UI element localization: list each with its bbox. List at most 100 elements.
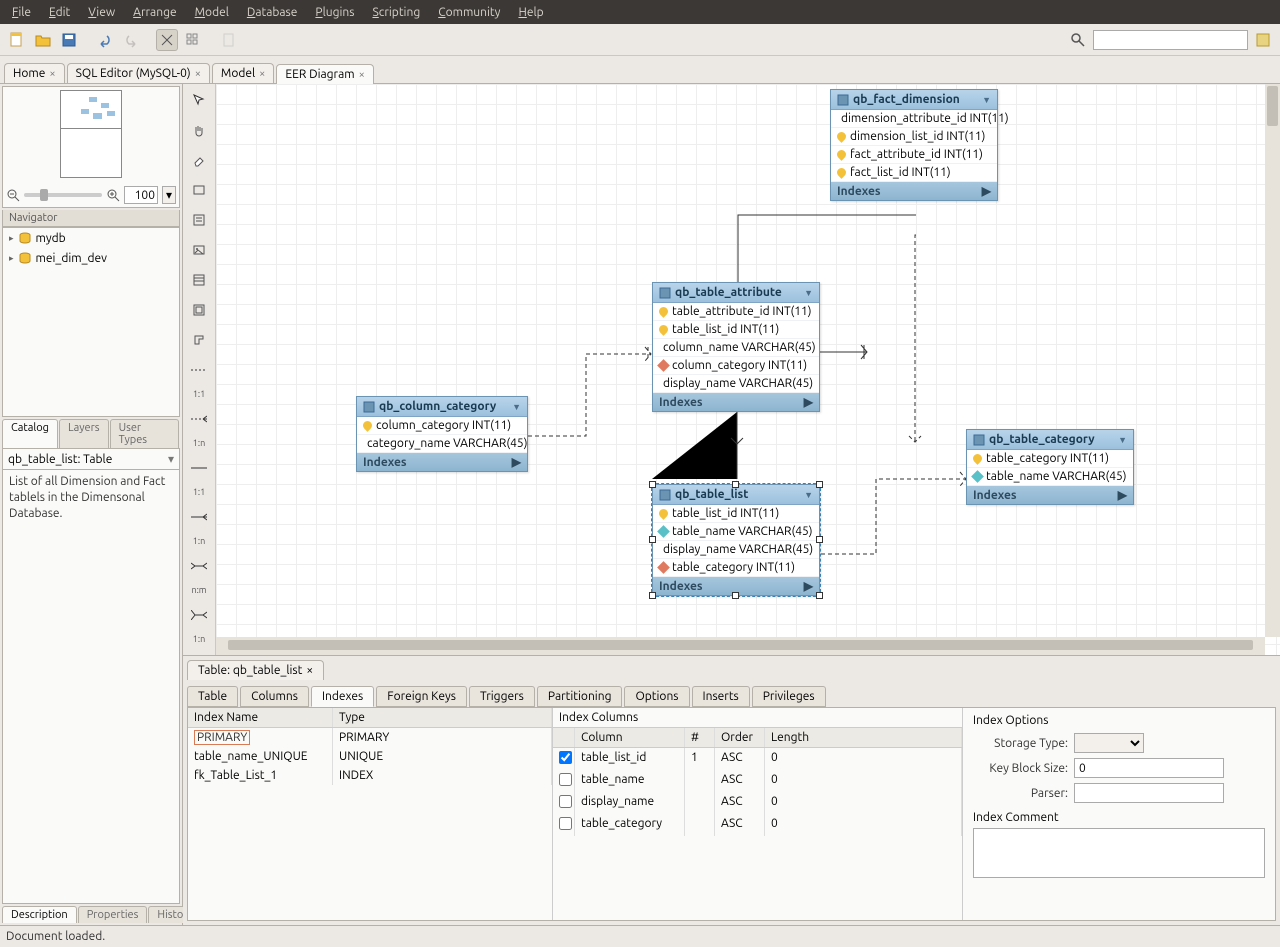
tab-home[interactable]: Home× xyxy=(4,63,65,83)
horizontal-scrollbar[interactable] xyxy=(216,637,1265,655)
status-bar: Document loaded. xyxy=(0,925,1280,947)
search-options-button[interactable] xyxy=(1252,29,1274,51)
menubar: FFileile Edit View Arrange Model Databas… xyxy=(0,0,1280,24)
idxcol-row[interactable]: table_list_id1ASC0 xyxy=(553,748,962,770)
rel-1-1-tool[interactable] xyxy=(189,458,209,478)
menu-view[interactable]: View xyxy=(80,4,123,21)
diagram-canvas[interactable]: qb_fact_dimension▼ dimension_attribute_i… xyxy=(216,84,1280,655)
image-tool[interactable] xyxy=(189,240,209,260)
menu-arrange[interactable]: Arrange xyxy=(125,4,184,21)
zoom-slider[interactable] xyxy=(24,193,102,197)
rel-1-1-non-tool[interactable] xyxy=(189,360,209,380)
idxcol-row[interactable]: table_categoryASC0 xyxy=(553,814,962,836)
subtab-privileges[interactable]: Privileges xyxy=(752,686,826,707)
open-file-button[interactable] xyxy=(32,29,54,51)
view-tool[interactable] xyxy=(189,300,209,320)
menu-model[interactable]: Model xyxy=(187,4,237,21)
eraser-tool[interactable] xyxy=(189,150,209,170)
subtab-columns[interactable]: Columns xyxy=(240,686,309,707)
zoom-dropdown[interactable]: ▾ xyxy=(162,186,176,204)
page-button[interactable] xyxy=(218,29,240,51)
tab-sql-editor[interactable]: SQL Editor (MySQL-0)× xyxy=(67,63,210,83)
entity-qb-column-category[interactable]: qb_column_category▼ column_category INT(… xyxy=(356,396,528,472)
menu-community[interactable]: Community xyxy=(430,4,508,21)
subtab-inserts[interactable]: Inserts xyxy=(692,686,750,707)
undo-button[interactable] xyxy=(94,29,116,51)
index-options: Index Options Storage Type: Key Block Si… xyxy=(963,708,1275,920)
idxcol-checkbox[interactable] xyxy=(559,751,572,764)
editor-tab[interactable]: Table: qb_table_list× xyxy=(187,660,324,680)
navigator-thumbnail[interactable] xyxy=(60,90,122,178)
key-block-size-input[interactable] xyxy=(1074,758,1224,778)
index-row-unique[interactable]: table_name_UNIQUEUNIQUE xyxy=(188,747,552,766)
index-comment-input[interactable] xyxy=(973,828,1265,878)
menu-help[interactable]: Help xyxy=(510,4,551,21)
subtab-triggers[interactable]: Triggers xyxy=(469,686,535,707)
left-tab-description[interactable]: Description xyxy=(2,906,77,923)
entity-qb-fact-dimension[interactable]: qb_fact_dimension▼ dimension_attribute_i… xyxy=(830,89,998,201)
parser-input[interactable] xyxy=(1074,783,1224,803)
idxcol-row[interactable]: display_nameASC0 xyxy=(553,792,962,814)
subtab-options[interactable]: Options xyxy=(624,686,689,707)
pointer-tool[interactable] xyxy=(189,90,209,110)
routine-tool[interactable] xyxy=(189,330,209,350)
storage-type-select[interactable] xyxy=(1074,733,1144,753)
close-icon[interactable]: × xyxy=(359,69,365,81)
left-tab-properties[interactable]: Properties xyxy=(78,906,148,923)
rel-1-n-tool[interactable] xyxy=(189,507,209,527)
idxcol-row[interactable]: table_nameASC0 xyxy=(553,770,962,792)
index-row-primary[interactable]: PRIMARYPRIMARY xyxy=(188,728,552,747)
index-row-fk[interactable]: fk_Table_List_1INDEX xyxy=(188,766,552,785)
note-tool[interactable] xyxy=(189,210,209,230)
table-tool[interactable] xyxy=(189,270,209,290)
grid-button[interactable] xyxy=(182,29,204,51)
tab-eer-diagram[interactable]: EER Diagram× xyxy=(276,64,373,84)
index-columns: Index Columns Column#OrderLength table_l… xyxy=(553,708,963,920)
rel-n-m-tool[interactable] xyxy=(189,556,209,576)
vertical-scrollbar[interactable] xyxy=(1265,84,1280,637)
toolbar xyxy=(0,24,1280,56)
menu-scripting[interactable]: Scripting xyxy=(364,4,428,21)
tree-item-mei-dim-dev[interactable]: ▸mei_dim_dev xyxy=(3,248,179,268)
rel-1-n-pick-tool[interactable] xyxy=(189,605,209,625)
idxcol-checkbox[interactable] xyxy=(559,773,572,786)
grid-align-button[interactable] xyxy=(156,29,178,51)
subtab-partitioning[interactable]: Partitioning xyxy=(537,686,623,707)
menu-file[interactable]: FFileile xyxy=(4,4,39,21)
idxcol-checkbox[interactable] xyxy=(559,817,572,830)
idxcol-checkbox[interactable] xyxy=(559,795,572,808)
close-icon[interactable]: × xyxy=(259,68,265,80)
entity-qb-table-attribute[interactable]: qb_table_attribute▼ table_attribute_id I… xyxy=(652,282,820,412)
tab-model[interactable]: Model× xyxy=(212,63,274,83)
tree-item-mydb[interactable]: ▸mydb xyxy=(3,228,179,248)
close-icon[interactable]: × xyxy=(49,68,55,80)
hand-tool[interactable] xyxy=(189,120,209,140)
catalog-tree[interactable]: ▸mydb ▸mei_dim_dev xyxy=(2,227,180,417)
menu-edit[interactable]: Edit xyxy=(41,4,78,21)
left-tab-catalog[interactable]: Catalog xyxy=(2,419,58,448)
zoom-out-icon[interactable] xyxy=(6,188,20,202)
entity-qb-table-category[interactable]: qb_table_category▼ table_category INT(11… xyxy=(966,429,1134,505)
subtab-indexes[interactable]: Indexes xyxy=(311,686,374,707)
entity-qb-table-list[interactable]: qb_table_list▼ table_list_id INT(11) tab… xyxy=(652,484,820,596)
index-list[interactable]: Index NameType PRIMARYPRIMARY table_name… xyxy=(188,708,553,920)
search-input[interactable] xyxy=(1093,30,1248,50)
close-icon[interactable]: × xyxy=(195,68,201,80)
table-editor-panel: Table: qb_table_list× Table Columns Inde… xyxy=(183,655,1280,925)
zoom-input[interactable] xyxy=(124,186,158,204)
zoom-in-icon[interactable] xyxy=(106,188,120,202)
document-tabs: Home× SQL Editor (MySQL-0)× Model× EER D… xyxy=(0,56,1280,84)
subtab-foreign-keys[interactable]: Foreign Keys xyxy=(376,686,467,707)
new-file-button[interactable] xyxy=(6,29,28,51)
left-tab-usertypes[interactable]: User Types xyxy=(110,419,179,448)
rel-1-n-non-tool[interactable] xyxy=(189,409,209,429)
layer-tool[interactable] xyxy=(189,180,209,200)
menu-database[interactable]: Database xyxy=(239,4,306,21)
menu-plugins[interactable]: Plugins xyxy=(307,4,362,21)
redo-button[interactable] xyxy=(120,29,142,51)
save-button[interactable] xyxy=(58,29,80,51)
left-tab-layers[interactable]: Layers xyxy=(59,419,109,448)
close-icon[interactable]: × xyxy=(306,664,313,677)
selected-object-dropdown[interactable]: qb_table_list: Table▾ xyxy=(2,448,180,470)
subtab-table[interactable]: Table xyxy=(187,686,238,707)
